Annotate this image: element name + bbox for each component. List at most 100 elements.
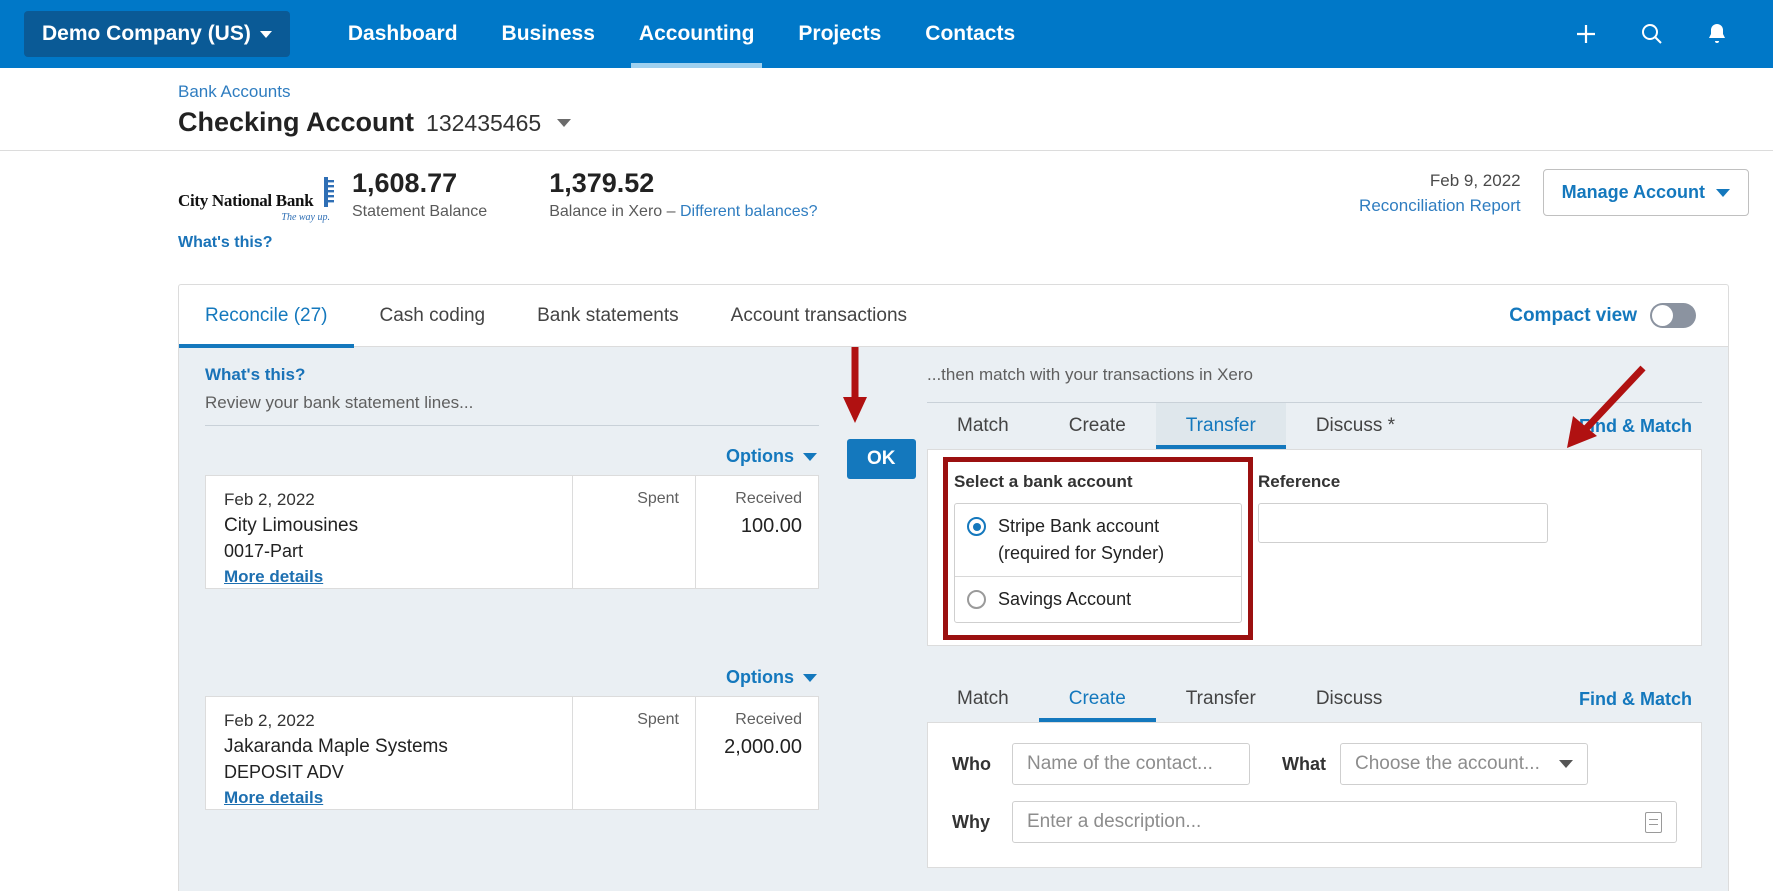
- spent-label: Spent: [637, 490, 679, 507]
- main-nav-links: Dashboard Business Accounting Projects C…: [326, 0, 1037, 68]
- transfer-form-panel: Select a bank account Stripe Bank accoun…: [927, 365, 1702, 646]
- search-icon[interactable]: [1639, 21, 1665, 47]
- radio-unselected-icon[interactable]: [967, 590, 986, 609]
- reference-input[interactable]: [1258, 503, 1548, 543]
- transaction-spent-cell: Spent: [572, 697, 695, 809]
- statement-balance-label: Statement Balance: [352, 202, 488, 220]
- match-tab-bar-bottom: Match Create Transfer Discuss Find & Mat…: [927, 676, 1702, 722]
- what-select[interactable]: Choose the account...: [1340, 743, 1588, 785]
- account-title-row: Checking Account 132435465: [178, 107, 1773, 138]
- transaction-reference: 0017-Part: [224, 541, 304, 561]
- breadcrumb-bank-accounts[interactable]: Bank Accounts: [178, 82, 1773, 102]
- transaction-payee: City Limousines: [224, 515, 359, 536]
- options-menu-2[interactable]: Options: [205, 589, 819, 696]
- compact-view-toggle[interactable]: [1650, 303, 1696, 328]
- page-title: Checking Account: [178, 107, 415, 137]
- top-navigation-bar: Demo Company (US) Dashboard Business Acc…: [0, 0, 1773, 68]
- more-details-link[interactable]: More details: [224, 788, 323, 808]
- select-bank-account-group: Select a bank account Stripe Bank accoun…: [943, 457, 1253, 640]
- balance-bar-right: Feb 9, 2022 Reconciliation Report Manage…: [1359, 169, 1749, 216]
- xero-transactions-column: ...then match with your transactions in …: [927, 347, 1728, 891]
- balance-summary-bar: City National Bank The way up. What's th…: [0, 150, 1773, 262]
- find-and-match-link[interactable]: Find & Match: [1579, 416, 1702, 449]
- org-name-label: Demo Company (US): [42, 22, 251, 45]
- tab-create[interactable]: Create: [1038, 676, 1156, 722]
- different-balances-link[interactable]: Different balances?: [680, 203, 818, 220]
- radio-option-savings-account[interactable]: Savings Account: [955, 576, 1241, 622]
- match-action-column: OK: [819, 347, 927, 891]
- org-switcher-button[interactable]: Demo Company (US): [24, 11, 290, 57]
- ok-button[interactable]: OK: [847, 439, 916, 479]
- more-details-link[interactable]: More details: [224, 567, 323, 587]
- radio-option-label: Savings Account: [998, 589, 1132, 609]
- reconcile-body: What's this? Review your bank statement …: [179, 347, 1728, 891]
- tab-discuss[interactable]: Discuss: [1286, 676, 1413, 722]
- balance-separator: –: [666, 202, 676, 220]
- tab-discuss[interactable]: Discuss *: [1286, 403, 1425, 449]
- bell-icon[interactable]: [1705, 21, 1729, 47]
- tab-reconcile[interactable]: Reconcile (27): [179, 285, 354, 348]
- why-label: Why: [952, 811, 990, 832]
- tab-transfer[interactable]: Transfer: [1156, 676, 1286, 722]
- table-row[interactable]: Feb 2, 2022 City Limousines 0017-Part Mo…: [205, 475, 819, 589]
- radio-option-stripe-bank-account[interactable]: Stripe Bank account (required for Synder…: [955, 504, 1241, 576]
- tab-match[interactable]: Match: [927, 403, 1039, 449]
- table-row[interactable]: Feb 2, 2022 Jakaranda Maple Systems DEPO…: [205, 696, 819, 810]
- left-column-hint: Review your bank statement lines...: [205, 393, 474, 412]
- who-input[interactable]: Name of the contact...: [1012, 743, 1250, 785]
- transaction-spent-cell: Spent: [572, 476, 695, 588]
- tab-transfer[interactable]: Transfer: [1155, 403, 1286, 449]
- find-and-match-link[interactable]: Find & Match: [1579, 689, 1702, 722]
- page-header: Bank Accounts Checking Account 132435465: [0, 68, 1773, 150]
- nav-item-accounting[interactable]: Accounting: [617, 0, 777, 68]
- whats-this-link-left[interactable]: What's this?: [205, 365, 819, 385]
- plus-icon[interactable]: [1573, 21, 1599, 47]
- nav-item-dashboard[interactable]: Dashboard: [326, 0, 480, 68]
- create-form-panel: Who Name of the contact... What Choose t…: [927, 722, 1702, 868]
- transaction-date: Feb 2, 2022: [224, 711, 315, 730]
- radio-option-label: Stripe Bank account (required for Synder…: [998, 516, 1165, 563]
- xero-balance-label: Balance in Xero – Different balances?: [549, 203, 817, 221]
- chevron-down-icon: [1716, 188, 1730, 197]
- tab-bank-statements[interactable]: Bank statements: [511, 285, 705, 347]
- received-value: 2,000.00: [724, 736, 802, 758]
- tab-account-transactions[interactable]: Account transactions: [705, 285, 933, 347]
- received-label: Received: [735, 711, 802, 728]
- who-label: Who: [952, 753, 991, 774]
- statement-balance-block: 1,608.77 Statement Balance: [352, 168, 488, 221]
- compact-view-label: Compact view: [1509, 304, 1637, 326]
- tab-create[interactable]: Create: [1039, 403, 1156, 449]
- note-icon[interactable]: [1645, 811, 1662, 833]
- nav-icon-group: [1573, 21, 1749, 47]
- reconciliation-report-link[interactable]: Reconciliation Report: [1359, 196, 1521, 216]
- transaction-received-cell: Received 2,000.00: [695, 697, 818, 809]
- tab-match[interactable]: Match: [927, 676, 1039, 722]
- compact-view-control[interactable]: Compact view: [1509, 303, 1702, 328]
- bank-account-radio-list: Stripe Bank account (required for Synder…: [954, 503, 1242, 623]
- manage-account-button[interactable]: Manage Account: [1542, 169, 1749, 216]
- options-menu-1[interactable]: Options: [205, 426, 819, 475]
- why-input[interactable]: Enter a description...: [1012, 801, 1677, 843]
- xero-balance-text: Balance in Xero: [549, 202, 663, 220]
- chevron-down-icon: [803, 452, 817, 461]
- account-switcher-chevron-down-icon[interactable]: [557, 118, 572, 127]
- radio-selected-icon[interactable]: [967, 517, 986, 536]
- bank-statement-lines-column: What's this? Review your bank statement …: [179, 347, 819, 891]
- nav-item-contacts[interactable]: Contacts: [903, 0, 1037, 68]
- whats-this-link-top[interactable]: What's this?: [178, 234, 346, 252]
- what-label: What: [1282, 753, 1326, 774]
- chevron-down-icon: [1559, 760, 1573, 768]
- transaction-received-cell: Received 100.00: [695, 476, 818, 588]
- bank-logo-tagline: The way up.: [281, 212, 330, 223]
- who-what-row: Who Name of the contact... What Choose t…: [952, 743, 1677, 785]
- transaction-reference: DEPOSIT ADV: [224, 762, 344, 782]
- statement-date: Feb 9, 2022: [1429, 171, 1521, 190]
- nav-item-projects[interactable]: Projects: [776, 0, 903, 68]
- reconciliation-info: Feb 9, 2022 Reconciliation Report: [1359, 169, 1521, 216]
- bank-logo-mark-icon: [316, 175, 338, 209]
- tab-cash-coding[interactable]: Cash coding: [354, 285, 512, 347]
- toggle-knob: [1652, 305, 1673, 326]
- why-row: Why Enter a description...: [952, 801, 1677, 843]
- nav-item-business[interactable]: Business: [480, 0, 617, 68]
- select-bank-account-label: Select a bank account: [954, 472, 1133, 491]
